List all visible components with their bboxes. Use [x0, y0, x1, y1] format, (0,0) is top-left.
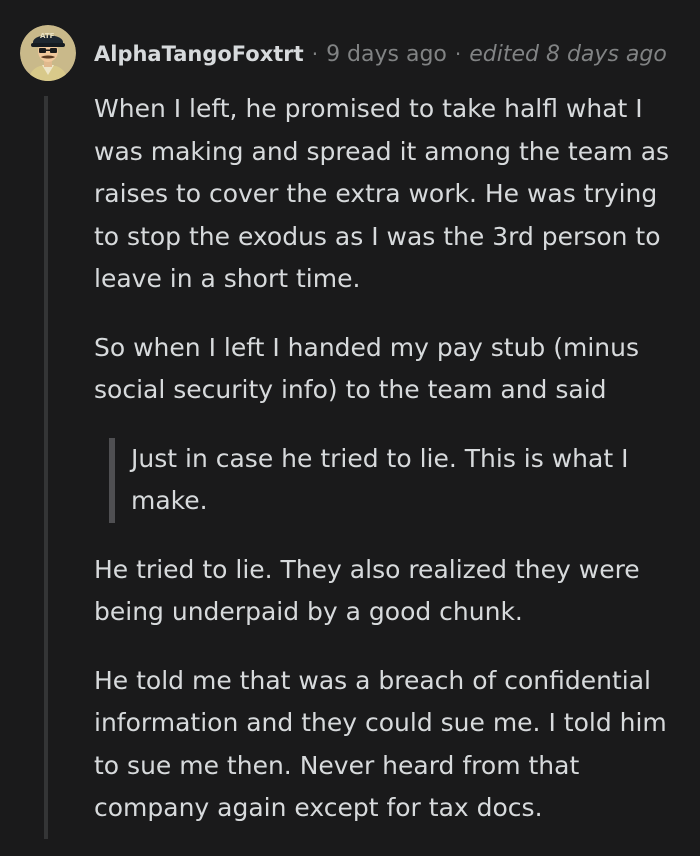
meta-separator: ·	[454, 42, 462, 66]
comment-body: When I left, he promised to take halfl w…	[94, 88, 684, 856]
user-avatar[interactable]: ATF	[20, 25, 76, 81]
comment-timestamp[interactable]: 9 days ago	[326, 42, 447, 67]
comment-header: AlphaTangoFoxtrt · 9 days ago · edited 8…	[94, 38, 667, 70]
author-username[interactable]: AlphaTangoFoxtrt	[94, 42, 304, 66]
blockquote: Just in case he tried to lie. This is wh…	[109, 437, 671, 523]
comment-paragraph: When I left, he promised to take halfl w…	[94, 94, 670, 293]
edited-label: edited 8 days ago	[469, 41, 667, 67]
comment-paragraph: So when I left I handed my pay stub (min…	[94, 332, 640, 405]
comment-paragraph: He told me that was a breach of confiden…	[94, 665, 667, 823]
comment: ATF AlphaTangoFoxtrt · 9 days ago · edit…	[0, 0, 700, 839]
thread-collapse-line[interactable]	[44, 96, 48, 839]
avatar-badge-text: ATF	[40, 32, 55, 40]
comment-paragraph: He tried to lie. They also realized they…	[94, 554, 640, 627]
meta-separator: ·	[311, 42, 319, 66]
